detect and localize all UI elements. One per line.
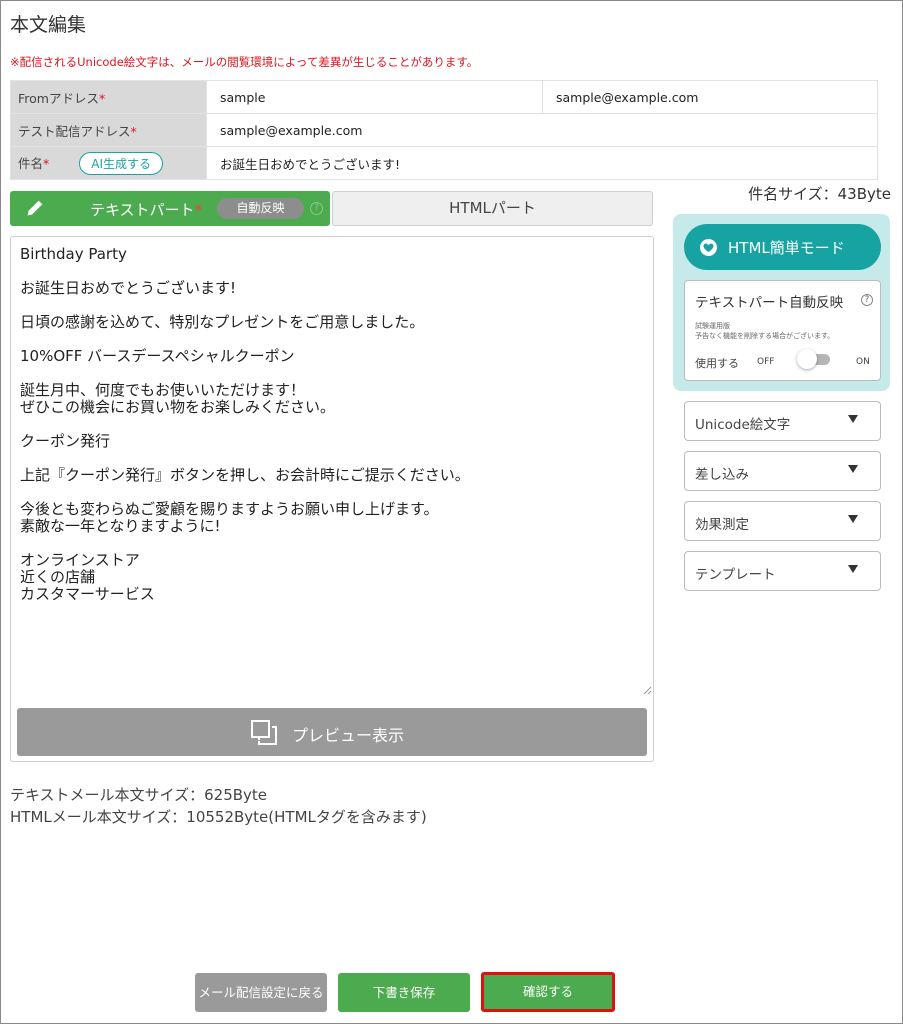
tab-text-part[interactable]: テキストパート* 自動反映 ? — [10, 191, 330, 226]
subject-label: 件名 — [18, 155, 44, 171]
required-mark: * — [130, 123, 137, 139]
help-icon[interactable]: ? — [310, 202, 323, 215]
test-address-field[interactable]: sample@example.com — [206, 113, 878, 147]
emoji-notice: ※配信されるUnicode絵文字は、メールの閲覧環境によって差異が生じることがあ… — [10, 55, 479, 69]
beta-note: 試験運用版 — [695, 322, 730, 330]
header-table: Fromアドレス* sample sample@example.com テスト配… — [10, 80, 878, 180]
caret-down-icon — [848, 515, 858, 523]
from-label: Fromアドレス — [18, 90, 99, 106]
template-dropdown[interactable]: テンプレート — [684, 551, 881, 591]
dropdown-label: Unicode絵文字 — [695, 417, 791, 433]
html-size-label: HTMLメール本文サイズ：10552Byte(HTMLタグを含みます) — [10, 808, 427, 826]
from-address-field[interactable]: sample@example.com — [542, 80, 878, 114]
required-mark: * — [194, 201, 203, 219]
subject-row: 件名* AI生成する お誕生日おめでとうございます! — [10, 146, 878, 180]
mode-panel: HTML簡単モード テキストパート自動反映 ? 試験運用版 予告なく機能を削除す… — [673, 214, 890, 391]
heart-icon — [700, 239, 717, 256]
from-label-cell: Fromアドレス* — [10, 80, 207, 114]
dropdown-label: 差し込み — [695, 467, 749, 483]
ai-generate-button[interactable]: AI生成する — [79, 151, 164, 175]
auto-reflect-badge[interactable]: 自動反映 — [217, 198, 304, 219]
auto-reflect-title: テキストパート自動反映 — [695, 295, 844, 311]
caret-down-icon — [848, 415, 858, 423]
tab-text-part-label: テキストパート* — [90, 199, 202, 220]
help-icon[interactable]: ? — [861, 294, 873, 306]
body-textarea[interactable]: Birthday Party お誕生日おめでとうございます! 日頃の感謝を込めて… — [10, 236, 654, 762]
subject-label-cell: 件名* AI生成する — [10, 146, 207, 180]
toggle-knob — [797, 349, 817, 369]
preview-icon — [251, 720, 277, 745]
preview-button[interactable]: プレビュー表示 — [17, 708, 647, 756]
tab-html-part[interactable]: HTMLパート — [332, 191, 653, 226]
insert-dropdown[interactable]: 差し込み — [684, 451, 881, 491]
back-to-settings-button[interactable]: メール配信設定に戻る — [195, 973, 327, 1012]
tab-text-part-text: テキストパート — [90, 201, 195, 219]
unicode-emoji-dropdown[interactable]: Unicode絵文字 — [684, 401, 881, 441]
dropdown-label: 効果測定 — [695, 517, 749, 533]
test-address-label: テスト配信アドレス — [18, 123, 131, 139]
required-mark: * — [43, 155, 50, 171]
page-title: 本文編集 — [10, 14, 87, 36]
resize-handle-icon[interactable] — [643, 686, 652, 695]
subject-field[interactable]: お誕生日おめでとうございます! — [206, 146, 878, 180]
confirm-button[interactable]: 確認する — [481, 972, 615, 1012]
preview-button-label: プレビュー表示 — [292, 726, 405, 745]
caret-down-icon — [848, 565, 858, 573]
body-text[interactable]: Birthday Party お誕生日おめでとうございます! 日頃の感謝を込めて… — [20, 246, 640, 603]
caret-down-icon — [848, 465, 858, 473]
auto-reflect-box: テキストパート自動反映 ? 試験運用版 予告なく機能を削除する場合がございます。… — [684, 280, 881, 381]
on-label: ON — [856, 357, 870, 367]
html-easy-mode-label: HTML簡単モード — [728, 239, 845, 257]
use-label: 使用する — [695, 357, 739, 370]
dropdown-label: テンプレート — [695, 567, 776, 583]
save-draft-button[interactable]: 下書き保存 — [338, 973, 470, 1012]
html-easy-mode-button[interactable]: HTML簡単モード — [684, 224, 881, 270]
test-label-cell: テスト配信アドレス* — [10, 113, 207, 147]
size-info: テキストメール本文サイズ：625Byte HTMLメール本文サイズ：10552B… — [10, 784, 427, 828]
pencil-icon — [27, 200, 43, 216]
from-name-field[interactable]: sample — [206, 80, 543, 114]
from-row: Fromアドレス* sample sample@example.com — [10, 80, 878, 114]
off-label: OFF — [757, 357, 775, 367]
test-address-row: テスト配信アドレス* sample@example.com — [10, 113, 878, 147]
required-mark: * — [98, 90, 106, 106]
subject-size-label: 件名サイズ：43Byte — [748, 185, 891, 203]
text-size-label: テキストメール本文サイズ：625Byte — [10, 786, 268, 804]
heart-glyph — [703, 243, 714, 252]
removal-note: 予告なく機能を削除する場合がございます。 — [695, 332, 835, 340]
measurement-dropdown[interactable]: 効果測定 — [684, 501, 881, 541]
auto-reflect-toggle[interactable] — [797, 349, 834, 369]
